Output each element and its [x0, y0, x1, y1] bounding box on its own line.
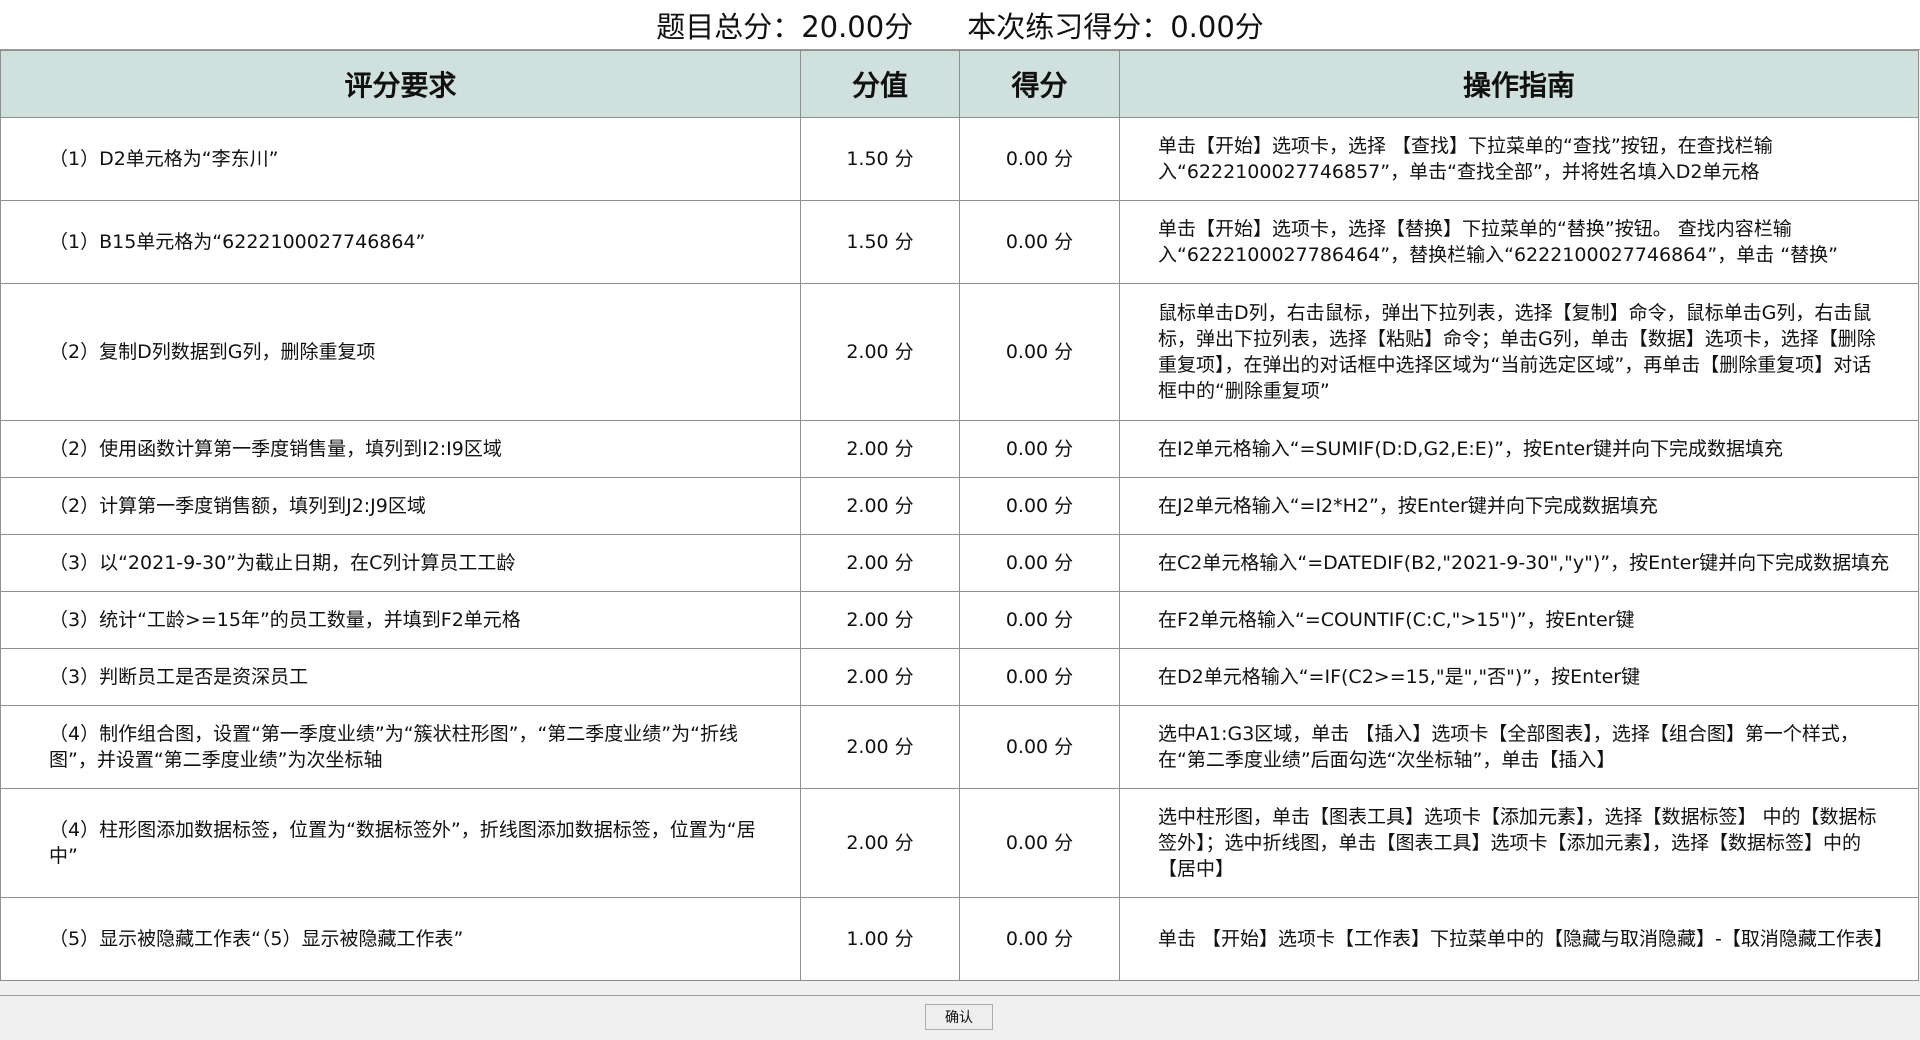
- table-row: （2）计算第一季度销售额，填列到J2:J9区域 2.00 分 0.00 分 在J…: [0, 477, 1919, 535]
- requirement-cell: （1）B15单元格为“6222100027746864”: [0, 200, 801, 284]
- practice-score-label: 本次练习得分：0.00分: [967, 10, 1264, 44]
- total-score-label: 题目总分：20.00分: [656, 10, 914, 44]
- value-cell: 1.00 分: [800, 897, 960, 981]
- requirement-cell: （1）D2单元格为“李东川”: [0, 117, 801, 201]
- score-cell: 0.00 分: [959, 200, 1120, 284]
- score-cell: 0.00 分: [959, 420, 1120, 478]
- requirement-cell: （2）复制D列数据到G列，删除重复项: [0, 283, 801, 421]
- guide-cell: 单击 【开始】选项卡【工作表】下拉菜单中的【隐藏与取消隐藏】-【取消隐藏工作表】: [1119, 897, 1919, 981]
- column-header-score: 得分: [959, 50, 1120, 118]
- table-row: （1）B15单元格为“6222100027746864” 1.50 分 0.00…: [0, 200, 1919, 284]
- grading-table-container[interactable]: 评分要求 分值 得分 操作指南 （1）D2单元格为“李东川” 1.50 分 0.…: [0, 49, 1920, 996]
- value-cell: 2.00 分: [800, 477, 960, 535]
- guide-cell: 单击【开始】选项卡，选择【替换】下拉菜单的“替换”按钮。 查找内容栏输入“622…: [1119, 200, 1919, 284]
- guide-cell: 在J2单元格输入“=I2*H2”，按Enter键并向下完成数据填充: [1119, 477, 1919, 535]
- table-row: （4）柱形图添加数据标签，位置为“数据标签外”，折线图添加数据标签，位置为“居中…: [0, 788, 1919, 898]
- requirement-cell: （3）判断员工是否是资深员工: [0, 648, 801, 706]
- guide-cell: 在D2单元格输入“=IF(C2>=15,"是","否")”，按Enter键: [1119, 648, 1919, 706]
- column-header-requirement: 评分要求: [0, 50, 801, 118]
- footer-bar: 确认: [0, 996, 1920, 1040]
- table-row: （4）制作组合图，设置“第一季度业绩”为“簇状柱形图”，“第二季度业绩”为“折线…: [0, 705, 1919, 789]
- requirement-cell: （3）以“2021-9-30”为截止日期，在C列计算员工工龄: [0, 534, 801, 592]
- score-cell: 0.00 分: [959, 534, 1120, 592]
- guide-cell: 单击【开始】选项卡，选择 【查找】下拉菜单的“查找”按钮，在查找栏输入“6222…: [1119, 117, 1919, 201]
- confirm-button[interactable]: 确认: [925, 1004, 993, 1030]
- score-cell: 0.00 分: [959, 477, 1120, 535]
- value-cell: 2.00 分: [800, 283, 960, 421]
- score-cell: 0.00 分: [959, 283, 1120, 421]
- table-row: （3）统计“工龄>=15年”的员工数量，并填到F2单元格 2.00 分 0.00…: [0, 591, 1919, 649]
- column-header-guide: 操作指南: [1119, 50, 1919, 118]
- table-row: （5）显示被隐藏工作表“（5）显示被隐藏工作表” 1.00 分 0.00 分 单…: [0, 897, 1919, 981]
- table-row: （2）使用函数计算第一季度销售量，填列到I2:I9区域 2.00 分 0.00 …: [0, 420, 1919, 478]
- requirement-cell: （5）显示被隐藏工作表“（5）显示被隐藏工作表”: [0, 897, 801, 981]
- requirement-cell: （4）柱形图添加数据标签，位置为“数据标签外”，折线图添加数据标签，位置为“居中…: [0, 788, 801, 898]
- column-header-value: 分值: [800, 50, 960, 118]
- table-row: （3）判断员工是否是资深员工 2.00 分 0.00 分 在D2单元格输入“=I…: [0, 648, 1919, 706]
- requirement-cell: （2）计算第一季度销售额，填列到J2:J9区域: [0, 477, 801, 535]
- table-row: （1）D2单元格为“李东川” 1.50 分 0.00 分 单击【开始】选项卡，选…: [0, 117, 1919, 201]
- score-cell: 0.00 分: [959, 897, 1120, 981]
- guide-cell: 选中柱形图，单击【图表工具】选项卡【添加元素】，选择【数据标签】 中的【数据标签…: [1119, 788, 1919, 898]
- grading-table: 评分要求 分值 得分 操作指南 （1）D2单元格为“李东川” 1.50 分 0.…: [0, 50, 1919, 981]
- value-cell: 2.00 分: [800, 648, 960, 706]
- requirement-cell: （2）使用函数计算第一季度销售量，填列到I2:I9区域: [0, 420, 801, 478]
- value-cell: 2.00 分: [800, 788, 960, 898]
- guide-cell: 在F2单元格输入“=COUNTIF(C:C,">15")”，按Enter键: [1119, 591, 1919, 649]
- guide-cell: 在I2单元格输入“=SUMIF(D:D,G2,E:E)”，按Enter键并向下完…: [1119, 420, 1919, 478]
- requirement-cell: （4）制作组合图，设置“第一季度业绩”为“簇状柱形图”，“第二季度业绩”为“折线…: [0, 705, 801, 789]
- value-cell: 2.00 分: [800, 534, 960, 592]
- table-row: （3）以“2021-9-30”为截止日期，在C列计算员工工龄 2.00 分 0.…: [0, 534, 1919, 592]
- value-cell: 1.50 分: [800, 117, 960, 201]
- value-cell: 2.00 分: [800, 705, 960, 789]
- guide-cell: 鼠标单击D列，右击鼠标，弹出下拉列表，选择【复制】命令，鼠标单击G列，右击鼠标，…: [1119, 283, 1919, 421]
- score-cell: 0.00 分: [959, 591, 1120, 649]
- guide-cell: 在C2单元格输入“=DATEDIF(B2,"2021-9-30","y")”，按…: [1119, 534, 1919, 592]
- value-cell: 2.00 分: [800, 420, 960, 478]
- score-cell: 0.00 分: [959, 705, 1120, 789]
- requirement-cell: （3）统计“工龄>=15年”的员工数量，并填到F2单元格: [0, 591, 801, 649]
- score-cell: 0.00 分: [959, 788, 1120, 898]
- table-row: （2）复制D列数据到G列，删除重复项 2.00 分 0.00 分 鼠标单击D列，…: [0, 283, 1919, 421]
- value-cell: 1.50 分: [800, 200, 960, 284]
- score-summary: 题目总分：20.00分 本次练习得分：0.00分: [0, 0, 1920, 50]
- value-cell: 2.00 分: [800, 591, 960, 649]
- guide-cell: 选中A1:G3区域，单击 【插入】选项卡【全部图表】，选择【组合图】第一个样式，…: [1119, 705, 1919, 789]
- score-cell: 0.00 分: [959, 648, 1120, 706]
- score-cell: 0.00 分: [959, 117, 1120, 201]
- table-header-row: 评分要求 分值 得分 操作指南: [0, 50, 1919, 118]
